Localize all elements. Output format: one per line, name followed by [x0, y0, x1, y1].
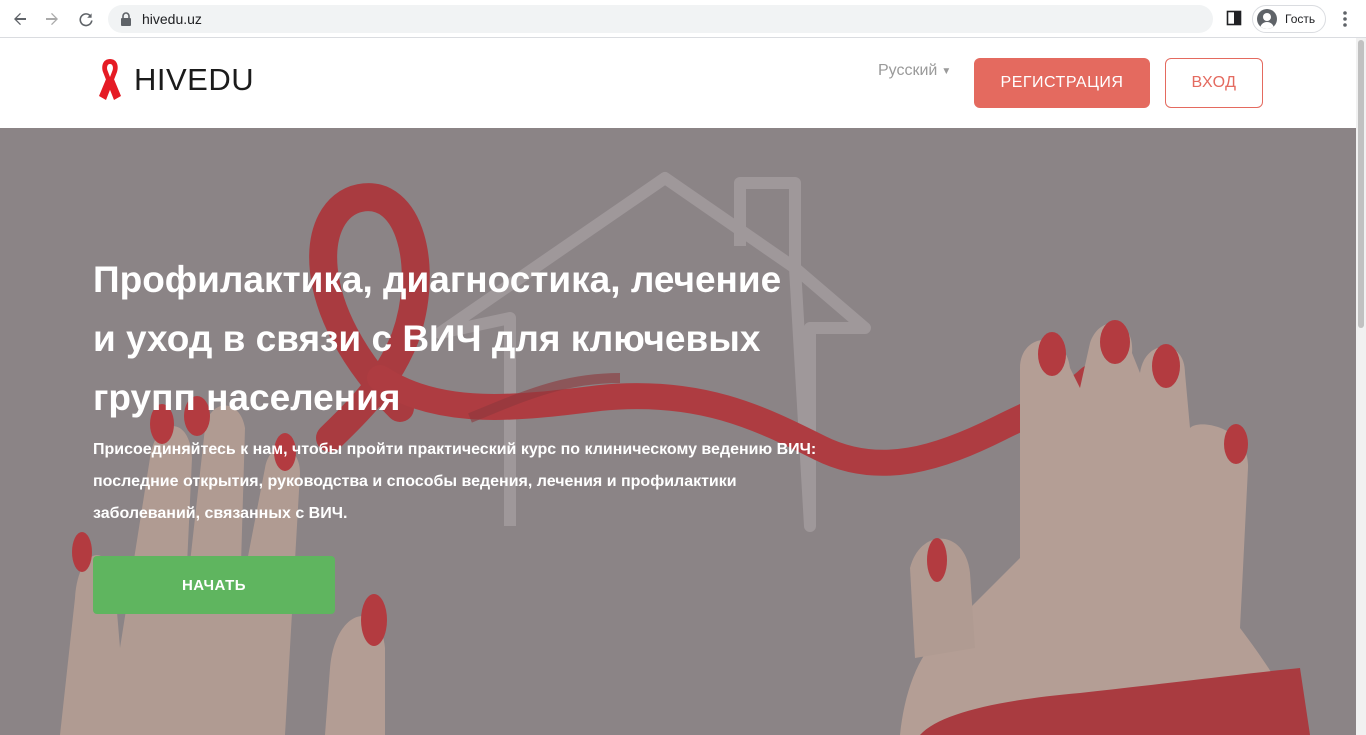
hero-section: Профилактика, диагностика, лечение и ухо… — [0, 128, 1356, 735]
profile-icon — [1257, 9, 1277, 29]
scrollbar-thumb[interactable] — [1358, 40, 1364, 328]
caret-down-icon: ▼ — [941, 65, 952, 77]
side-panel-icon[interactable] — [1226, 10, 1242, 26]
scrollbar[interactable] — [1356, 38, 1366, 735]
lock-icon — [121, 12, 131, 26]
profile-label: Гость — [1285, 12, 1316, 26]
logo[interactable]: HIVEDU — [94, 56, 254, 104]
hero-background-image — [0, 128, 1356, 735]
back-icon[interactable] — [8, 7, 32, 31]
reload-icon[interactable] — [74, 7, 98, 31]
site-header: HIVEDU Русский ▼ РЕГИСТРАЦИЯ ВХОД — [0, 38, 1356, 128]
profile-button[interactable]: Гость — [1252, 5, 1326, 33]
register-button[interactable]: РЕГИСТРАЦИЯ — [974, 58, 1150, 108]
language-selector[interactable]: Русский ▼ — [878, 62, 951, 80]
address-bar[interactable]: hivedu.uz — [108, 5, 1213, 33]
start-button[interactable]: НАЧАТЬ — [93, 556, 335, 614]
forward-icon[interactable] — [40, 7, 64, 31]
hero-description: Присоединяйтесь к нам, чтобы пройти прак… — [93, 441, 817, 522]
menu-icon[interactable] — [1336, 9, 1354, 29]
hero-title: Профилактика, диагностика, лечение и ухо… — [93, 259, 782, 418]
logo-text: HIVEDU — [134, 62, 255, 97]
ribbon-logo-icon — [99, 59, 121, 100]
login-button[interactable]: ВХОД — [1165, 58, 1263, 108]
language-label: Русский — [878, 62, 938, 79]
browser-toolbar: hivedu.uz Гость — [0, 0, 1366, 38]
url-text: hivedu.uz — [142, 11, 202, 27]
